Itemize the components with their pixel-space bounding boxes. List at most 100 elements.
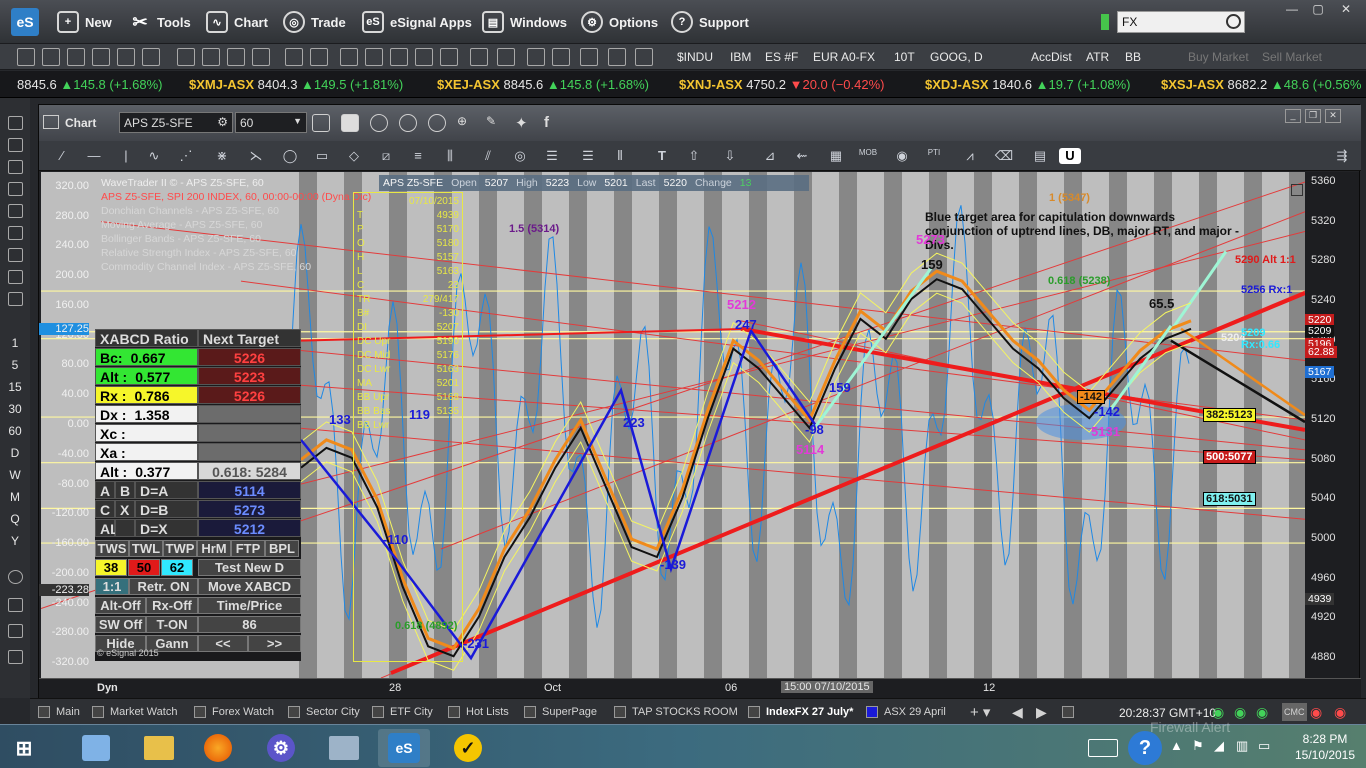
tab-sector-city[interactable]: Sector City (288, 703, 360, 721)
target-label[interactable]: 1 (5347) (1047, 192, 1092, 204)
fan-tool-icon[interactable]: ⋋ (245, 148, 267, 164)
play-icon[interactable] (399, 114, 417, 132)
menu-esignal-apps[interactable]: eS eSignal Apps (362, 9, 472, 35)
legend-item[interactable]: Donchian Channels - APS Z5-SFE, 60 (101, 204, 371, 218)
wave-label[interactable]: -231 (463, 636, 489, 651)
calculator-icon[interactable] (390, 48, 408, 66)
interval-60[interactable]: 60 (0, 424, 30, 438)
tab-superpage[interactable]: SuperPage (524, 703, 597, 721)
chart-minimize-button[interactable]: _ (1285, 109, 1301, 123)
quick-symbol[interactable]: AccDist (1031, 50, 1072, 64)
xabcd-control-button[interactable]: Move XABCD (198, 578, 301, 595)
ticker-item[interactable]: $XEJ-ASX 8845.6 ▲145.8 (+1.68%) (437, 77, 649, 92)
grid-icon[interactable] (67, 48, 85, 66)
wave-label[interactable]: 119 (409, 407, 430, 422)
xabcd-point-cell[interactable]: D=A (135, 481, 198, 499)
xabcd-point-cell[interactable]: 5114 (198, 481, 301, 499)
interval-daily[interactable]: D (0, 446, 30, 460)
tool-icon[interactable] (8, 598, 23, 612)
menu-chart[interactable]: ∿ Chart (206, 9, 268, 35)
circle-tool-icon[interactable]: ◎ (509, 148, 531, 164)
tool-icon[interactable] (8, 624, 23, 638)
rectangle-tool-icon[interactable]: ▭ (311, 148, 333, 164)
quick-symbol[interactable]: ES #F (765, 50, 798, 64)
news-icon[interactable] (227, 48, 245, 66)
hline-tool-icon[interactable]: — (83, 148, 105, 164)
xabcd-control-button[interactable]: SW Off (95, 616, 146, 633)
interval-30[interactable]: 30 (0, 402, 30, 416)
tool-icon[interactable] (8, 650, 23, 664)
pti-tool-icon[interactable]: PTI (923, 148, 945, 164)
target-label[interactable]: 1.5 (5314) (507, 223, 561, 235)
chart-annotation[interactable]: Blue target area for capitulation downwa… (925, 210, 1245, 252)
wave-icon[interactable] (17, 48, 35, 66)
xabcd-ratio-row[interactable]: Xc : (95, 424, 198, 442)
xabcd-point-cell[interactable] (115, 519, 135, 537)
menu-options[interactable]: ⚙ Options (581, 9, 658, 35)
xabcd-point-cell[interactable]: 5212 (198, 519, 301, 537)
eye-tool-icon[interactable]: ◉ (891, 148, 913, 164)
quick-symbol[interactable]: ATR (1086, 50, 1109, 64)
xabcd-point-cell[interactable]: C (95, 500, 115, 518)
wave-label[interactable]: 223 (623, 415, 645, 430)
xabcd-ratio-row[interactable]: Rx : 0.786 (95, 386, 198, 404)
area-chart-icon[interactable] (310, 48, 328, 66)
sell-market-button[interactable]: Sell Market (1262, 50, 1322, 64)
tray-chevron-icon[interactable]: ▲ (1170, 738, 1183, 753)
butterfly-icon[interactable] (497, 48, 515, 66)
target-label[interactable]: 5256 Rx:1 (1239, 284, 1294, 296)
ellipse-tool-icon[interactable]: ◯ (279, 148, 301, 164)
network-computer-icon[interactable] (318, 729, 370, 767)
interval-selector[interactable]: 60 ▼ (235, 112, 307, 133)
expand-toolbar-icon[interactable]: ⇶ (1331, 148, 1353, 164)
tool-icon[interactable] (8, 116, 23, 130)
add-tab-button[interactable]: + ▾ (970, 703, 990, 721)
arrow-up-tool-icon[interactable]: ⇧ (683, 148, 705, 164)
xabcd-control-button[interactable]: Rx-Off (146, 597, 198, 614)
camera-icon[interactable]: ✎ (486, 114, 504, 132)
interval-yearly[interactable]: Y (0, 534, 30, 548)
xabcd-count-button[interactable]: 62 (161, 559, 193, 576)
windows-start-icon[interactable]: ⊞ (0, 729, 48, 767)
eraser-tool-icon[interactable]: ⌫ (993, 148, 1015, 164)
vline-tool-icon[interactable]: | (115, 148, 137, 164)
time-axis[interactable]: Dyn 28 Oct 06 15:00 07/10/2015 12 (39, 678, 1361, 698)
help-icon[interactable]: ? (1128, 731, 1162, 765)
esignal-taskbar-icon[interactable]: eS (378, 729, 430, 767)
xabcd-control-button[interactable]: T-ON (146, 616, 198, 633)
legend-item[interactable]: APS Z5-SFE, SPI 200 INDEX, 60, 00:00-00:… (101, 190, 371, 204)
tab-indexfx[interactable]: IndexFX 27 July* (748, 703, 853, 721)
globe-icon[interactable] (8, 570, 23, 584)
channel-tool-icon[interactable]: ⧄ (375, 148, 397, 164)
xabcd-control-button[interactable]: 86 (198, 616, 301, 633)
search-input[interactable]: FX (1117, 11, 1245, 33)
cpu-icon[interactable]: CMC (1282, 703, 1307, 721)
target-label[interactable]: 500:5077 (1203, 450, 1256, 464)
interval-15[interactable]: 15 (0, 380, 30, 394)
wave-label[interactable]: 5131 (1091, 424, 1120, 439)
battery-icon[interactable]: ▭ (1258, 738, 1270, 754)
target-label[interactable]: 5290 Alt 1:1 (1233, 254, 1298, 266)
facebook-icon[interactable]: f (544, 114, 562, 132)
system-clock[interactable]: 8:28 PM 15/10/2015 (1290, 731, 1360, 763)
tab-market-watch[interactable]: Market Watch (92, 703, 177, 721)
interval-monthly[interactable]: M (0, 490, 30, 504)
status-icon[interactable]: ◉ (1234, 703, 1246, 721)
ruler-icon[interactable] (440, 48, 458, 66)
text-tool-icon[interactable]: T (651, 148, 673, 164)
dyn-label[interactable]: Dyn (97, 682, 118, 694)
menu-support[interactable]: ? Support (671, 9, 749, 35)
maximize-button[interactable]: ▢ (1306, 2, 1330, 18)
xabcd-point-cell[interactable]: B (115, 481, 135, 499)
control-panel-icon[interactable] (70, 729, 122, 767)
tool-icon[interactable] (8, 270, 23, 284)
target-label[interactable]: 5209 Rx:0.66 (1239, 327, 1305, 351)
ticker-item[interactable]: $XSJ-ASX 8682.2 ▲48.6 (+0.56% (1161, 77, 1361, 92)
refresh-icon[interactable] (370, 114, 388, 132)
flame-icon[interactable] (92, 48, 110, 66)
xabcd-control-button[interactable]: >> (248, 635, 301, 652)
menu-tools[interactable]: ✂ Tools (129, 9, 190, 35)
target-label[interactable]: -142 (1077, 390, 1106, 404)
xabcd-control-button[interactable]: Alt-Off (95, 597, 146, 614)
xabcd-ratio-row[interactable]: Bc: 0.667 (95, 348, 198, 366)
